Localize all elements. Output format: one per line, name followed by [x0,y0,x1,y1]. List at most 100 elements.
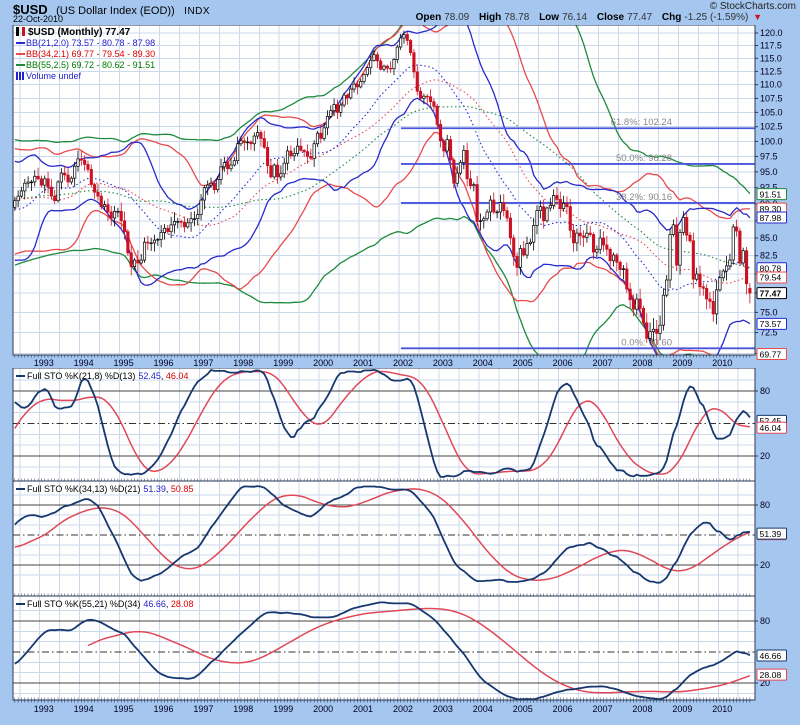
legend-bb55-row: BB(55,2.5) 69.72 - 80.62 - 91.51 [16,60,155,71]
line-swatch-icon [16,375,25,377]
quote-low-label: Low [539,12,559,23]
quote-high-label: High [479,12,501,23]
quote-chg-value: -1.25 (-1.59%) [684,12,748,23]
stoch1-legend: Full STO %K(21,8) %D(13)52.45, 46.04 [16,371,188,381]
svg-text:112.5: 112.5 [760,66,782,76]
main-right-axis: 72.575.082.585.090.092.595.097.5100.0102… [755,28,787,359]
quote-chg-label: Chg [662,12,681,23]
svg-text:28.08: 28.08 [760,670,782,680]
svg-text:80: 80 [760,386,770,396]
svg-text:110.0: 110.0 [760,80,782,90]
symbol-description: (US Dollar Index (EOD)) [56,5,175,17]
svg-text:38.2%: 90.16: 38.2%: 90.16 [616,192,672,203]
svg-text:2005: 2005 [513,358,533,368]
svg-text:20: 20 [760,451,770,461]
svg-text:69.77: 69.77 [760,349,782,359]
svg-text:2010: 2010 [712,358,732,368]
svg-text:2008: 2008 [632,358,652,368]
svg-text:80: 80 [760,500,770,510]
quote-low-value: 76.14 [562,12,587,23]
svg-text:2007: 2007 [593,358,613,368]
stoch3-label: Full STO %K(55,21) %D(34) [27,599,140,609]
svg-text:2001: 2001 [353,704,373,714]
svg-text:2006: 2006 [553,704,573,714]
svg-text:75.0: 75.0 [760,307,778,317]
svg-text:2003: 2003 [433,358,453,368]
svg-text:61.8%: 102.24: 61.8%: 102.24 [611,117,672,128]
svg-text:1995: 1995 [114,358,134,368]
svg-text:2002: 2002 [393,704,413,714]
stoch2-k-value: 51.39 [143,484,166,494]
svg-text:2007: 2007 [593,704,613,714]
volume-bars-icon [16,72,24,80]
stoch1-k-value: 52.45 [138,371,161,381]
chart-date: 22-Oct-2010 [13,14,63,24]
svg-text:2004: 2004 [473,358,493,368]
svg-text:20: 20 [760,560,770,570]
svg-text:1997: 1997 [193,704,213,714]
svg-text:102.5: 102.5 [760,122,783,132]
svg-text:105.0: 105.0 [760,107,783,117]
stochastic-panel-2: 802050.8551.39 [0,481,800,596]
legend-bb34: BB(34,2.1) 69.77 - 79.54 - 89.30 [26,49,155,59]
svg-text:1997: 1997 [193,358,213,368]
legend-title-row: $USD (Monthly) 77.47 [16,27,155,38]
svg-text:117.5: 117.5 [760,41,782,51]
svg-text:1993: 1993 [34,704,54,714]
svg-text:2002: 2002 [393,358,413,368]
svg-text:46.66: 46.66 [760,651,782,661]
stoch3-k-value: 46.66 [143,599,166,609]
main-chart-legend: $USD (Monthly) 77.47 BB(21,2.0) 73.57 - … [16,27,155,82]
svg-text:77.47: 77.47 [760,288,782,298]
svg-text:73.57: 73.57 [760,319,782,329]
change-direction-icon: ▼ [753,12,762,22]
stoch2-label: Full STO %K(34,13) %D(21) [27,484,140,494]
candlestick-icon [16,27,25,36]
stoch2-legend: Full STO %K(34,13) %D(21)51.39, 50.85 [16,484,193,494]
legend-bb34-row: BB(34,2.1) 69.77 - 79.54 - 89.30 [16,49,155,60]
panel-right-axis: 802050.8551.39 [755,500,787,570]
quote-open-label: Open [416,12,442,23]
svg-text:1993: 1993 [34,358,54,368]
bottom-x-axis: 1993199419951996199719981999200020012002… [15,700,750,714]
copyright: © StockCharts.com [710,1,796,12]
svg-text:2005: 2005 [513,704,533,714]
svg-text:1996: 1996 [153,704,173,714]
svg-text:2006: 2006 [553,358,573,368]
stoch1-label: Full STO %K(21,8) %D(13) [27,371,135,381]
legend-bb21-row: BB(21,2.0) 73.57 - 80.78 - 87.98 [16,38,155,49]
svg-text:46.04: 46.04 [760,423,782,433]
svg-text:107.5: 107.5 [760,93,783,103]
line-swatch-icon [16,42,25,44]
main-x-axis: 1993199419951996199719981999200020012002… [15,355,750,368]
svg-text:87.98: 87.98 [760,213,782,223]
svg-text:97.5: 97.5 [760,151,778,161]
stoch1-d-value: 46.04 [166,371,189,381]
legend-volume: Volume undef [26,71,81,81]
panel-right-axis: 802046.6628.08 [755,616,787,688]
svg-text:2010: 2010 [712,704,732,714]
legend-bb55: BB(55,2.5) 69.72 - 80.62 - 91.51 [26,60,155,70]
svg-text:1996: 1996 [153,358,173,368]
svg-text:120.0: 120.0 [760,28,783,38]
stoch3-d-value: 28.08 [171,599,194,609]
svg-text:82.5: 82.5 [760,251,778,261]
quote-summary: Open78.09 High78.78 Low76.14 Close77.47 … [416,12,762,23]
stochastic-panel-1: 80 20 52.45 46.04 [0,368,800,481]
svg-text:79.54: 79.54 [760,273,782,283]
svg-text:95.0: 95.0 [760,167,778,177]
line-swatch-icon [16,603,25,605]
quote-open-value: 78.09 [444,12,469,23]
svg-text:100.0: 100.0 [760,136,783,146]
svg-text:51.39: 51.39 [760,529,782,539]
panel-right-axis: 802052.4546.04 [755,386,787,461]
svg-text:2000: 2000 [313,704,333,714]
svg-text:2009: 2009 [672,704,692,714]
svg-text:2004: 2004 [473,704,493,714]
line-swatch-icon [16,64,25,66]
svg-text:1995: 1995 [114,704,134,714]
svg-text:1994: 1994 [74,704,94,714]
svg-text:2001: 2001 [353,358,373,368]
svg-text:50.0%: 96.28: 50.0%: 96.28 [616,153,672,164]
svg-text:1998: 1998 [233,358,253,368]
